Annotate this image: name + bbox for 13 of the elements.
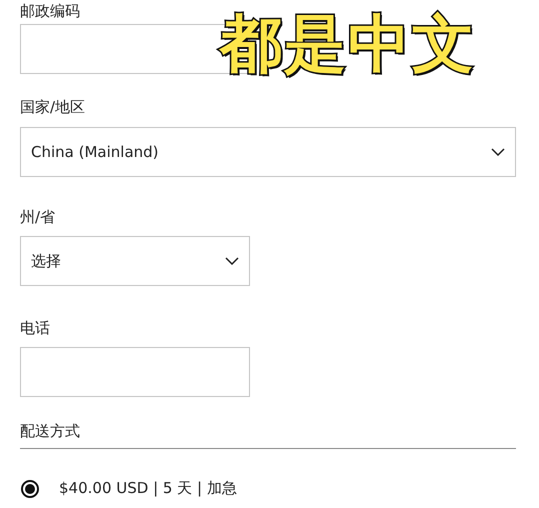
field-label: 邮政编码 (20, 2, 81, 20)
country-select[interactable]: China (Mainland) (20, 127, 516, 177)
section-heading: 配送方式 (20, 422, 81, 440)
phone-field[interactable] (20, 347, 250, 397)
chevron-down-icon (225, 257, 239, 265)
field-label: 电话 (20, 319, 51, 337)
shipping-option: $40.00 USD | 5 天 | 加急 (59, 479, 237, 498)
field-label: 国家/地区 (20, 98, 86, 116)
radio-button[interactable] (21, 480, 39, 498)
chevron-down-icon (491, 148, 505, 156)
state-select[interactable]: 选择 (20, 236, 250, 286)
caption-text: 都是中文 (220, 6, 476, 82)
field-label: 州/省 (20, 208, 56, 226)
